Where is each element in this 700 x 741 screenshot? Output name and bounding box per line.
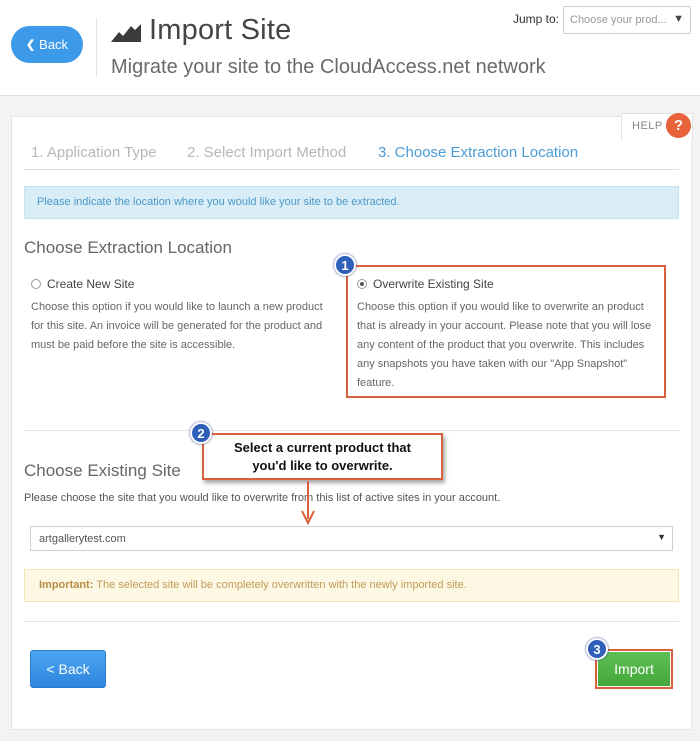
- callout-line-1: Select a current product that: [234, 440, 411, 455]
- existing-site-selected-value: artgallerytest.com: [39, 533, 126, 545]
- chevron-left-icon: ❮: [25, 39, 36, 51]
- existing-site-hint: Please choose the site that you would li…: [24, 492, 501, 504]
- chevron-left-icon: <: [46, 661, 55, 677]
- footer-divider: [24, 621, 679, 622]
- existing-site-select[interactable]: artgallerytest.com ▼: [30, 526, 673, 551]
- warning-text: The selected site will be completely ove…: [93, 579, 467, 591]
- jump-to-select[interactable]: Choose your prod... ▼: [563, 6, 691, 34]
- option-overwrite-existing-site[interactable]: Overwrite Existing Site: [357, 277, 494, 291]
- desc-line: for this site. An invoice will be genera…: [31, 320, 323, 332]
- back-button-label: Back: [58, 661, 90, 677]
- header-divider: [96, 18, 97, 76]
- desc-line: any content of the product that you over…: [357, 339, 645, 351]
- header-back-label: Back: [39, 37, 69, 52]
- steps-divider: [24, 169, 679, 170]
- arrow-down-icon: [301, 481, 315, 525]
- help-icon-glyph: ?: [673, 117, 684, 134]
- warning-alert: Important: The selected site will be com…: [24, 569, 679, 602]
- option-overwrite-existing-site-label: Overwrite Existing Site: [373, 277, 494, 291]
- desc-line: feature.: [357, 377, 395, 389]
- import-button[interactable]: Import: [598, 652, 670, 686]
- desc-line: must be paid before the site is accessib…: [31, 339, 236, 351]
- extraction-heading: Choose Extraction Location: [24, 238, 232, 257]
- annotation-badge-1: 1: [334, 254, 356, 276]
- header-back-button[interactable]: ❮ Back: [11, 26, 83, 63]
- existing-site-heading: Choose Existing Site: [24, 461, 181, 480]
- section-divider: [24, 430, 679, 431]
- info-alert: Please indicate the location where you w…: [24, 186, 679, 219]
- step-choose-extraction-location[interactable]: 3. Choose Extraction Location: [378, 144, 578, 161]
- option-create-new-site-label: Create New Site: [47, 277, 135, 291]
- warning-strong: Important:: [39, 579, 94, 591]
- callout-line-2: you'd like to overwrite.: [252, 458, 393, 473]
- option-overwrite-existing-site-desc: Choose this option if you would like to …: [357, 298, 651, 393]
- radio-overwrite-existing-site[interactable]: [357, 279, 367, 289]
- option-create-new-site-desc: Choose this option if you would like to …: [31, 298, 323, 355]
- radio-create-new-site[interactable]: [31, 279, 41, 289]
- step-application-type[interactable]: 1. Application Type: [31, 144, 157, 161]
- top-header: ❮ Back Import Site Migrate your site to …: [0, 0, 700, 96]
- caret-down-icon: ▼: [673, 13, 684, 25]
- option-create-new-site[interactable]: Create New Site: [31, 277, 134, 291]
- annotation-badge-2: 2: [190, 422, 212, 444]
- desc-line: any snapshots you have taken with our "A…: [357, 358, 628, 370]
- desc-line: Choose this option if you would like to …: [31, 301, 323, 313]
- back-button[interactable]: < Back: [30, 650, 106, 688]
- annotation-badge-3: 3: [586, 638, 608, 660]
- annotation-callout: Select a current product that you'd like…: [202, 433, 443, 480]
- question-icon[interactable]: ?: [666, 113, 691, 138]
- page-subtitle: Migrate your site to the CloudAccess.net…: [111, 56, 546, 78]
- caret-down-icon: ▼: [657, 532, 666, 542]
- jump-to-label: Jump to:: [513, 12, 560, 26]
- desc-line: that is already in your account. Please …: [357, 320, 652, 332]
- help-label: HELP: [632, 120, 663, 132]
- jump-to-placeholder: Choose your prod...: [570, 14, 667, 26]
- desc-line: Choose this option if you would like to …: [357, 301, 644, 313]
- signal-bars-icon: [111, 24, 141, 42]
- page-title: Import Site: [149, 14, 292, 46]
- step-select-import-method[interactable]: 2. Select Import Method: [187, 144, 346, 161]
